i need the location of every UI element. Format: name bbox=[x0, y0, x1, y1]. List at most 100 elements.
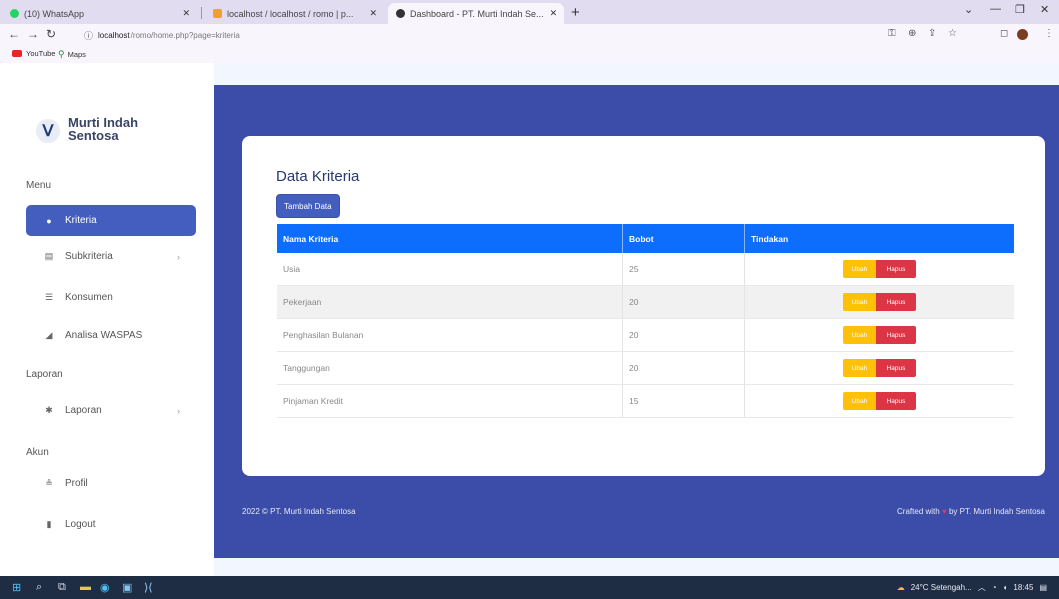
brand-mark-icon: Ⅴ bbox=[36, 119, 60, 143]
sidebar-item-logout[interactable]: ▮ Logout bbox=[26, 509, 196, 540]
cell-nama: Tanggungan bbox=[277, 352, 623, 384]
app-window: (10) WhatsApp ✕ localhost / localhost / … bbox=[0, 0, 1059, 599]
web-page: Ⅴ Murti Indah Sentosa Menu ● Kriteria ▤ … bbox=[0, 63, 1059, 576]
edit-button[interactable]: Ubah bbox=[843, 392, 876, 410]
cell-nama: Pekerjaan bbox=[277, 286, 623, 318]
cell-actions: Ubah Hapus bbox=[745, 253, 1014, 285]
chevron-down-icon[interactable]: ⌄ bbox=[964, 3, 973, 16]
close-window-icon[interactable]: ✕ bbox=[1040, 3, 1049, 16]
edit-button[interactable]: Ubah bbox=[843, 260, 876, 278]
report-icon: ✱ bbox=[45, 405, 53, 415]
cell-bobot: 20 bbox=[623, 286, 745, 318]
globe-icon bbox=[396, 9, 405, 18]
minimize-icon[interactable]: — bbox=[990, 3, 1001, 15]
sidebar-item-kriteria[interactable]: ● Kriteria bbox=[26, 205, 196, 236]
close-tab-icon[interactable]: ✕ bbox=[544, 8, 558, 19]
browser-toolbar: ← → ↻ ⓘ localhost /romo/home.php?page=kr… bbox=[0, 24, 1059, 46]
user-icon: ≗ bbox=[45, 478, 53, 488]
table-row: Penghasilan Bulanan 20 Ubah Hapus bbox=[277, 319, 1014, 352]
delete-button[interactable]: Hapus bbox=[876, 359, 916, 377]
key-icon[interactable]: ⚿ bbox=[888, 28, 896, 39]
menu-section-label: Menu bbox=[26, 180, 52, 191]
bookmark-youtube[interactable]: YouTube bbox=[12, 49, 55, 58]
avatar[interactable] bbox=[1017, 29, 1028, 40]
sidebar-item-analisa-waspas[interactable]: ◢ Analisa WASPAS bbox=[26, 320, 196, 351]
network-icon[interactable]: ◔ bbox=[992, 583, 997, 592]
tab-divider bbox=[201, 7, 202, 19]
delete-button[interactable]: Hapus bbox=[876, 326, 916, 344]
sidebar-item-subkriteria[interactable]: ▤ Subkriteria › bbox=[26, 241, 196, 272]
chevron-right-icon: › bbox=[177, 251, 180, 262]
circle-icon: ● bbox=[46, 215, 52, 226]
windows-start-icon[interactable]: ⊞ bbox=[12, 581, 21, 594]
search-icon[interactable]: ⌕ bbox=[36, 581, 42, 594]
forward-icon[interactable]: → bbox=[27, 27, 39, 41]
tab-search-icon[interactable]: ◻ bbox=[1000, 28, 1008, 39]
bookmarks-bar: YouTube ⚲ Maps bbox=[0, 46, 1059, 63]
sidebar-item-profil[interactable]: ≗ Profil bbox=[26, 468, 196, 499]
delete-button[interactable]: Hapus bbox=[876, 392, 916, 410]
volume-icon[interactable]: ◖ bbox=[1003, 583, 1008, 592]
notification-icon[interactable]: ▤ bbox=[1039, 583, 1047, 592]
close-tab-icon[interactable]: ✕ bbox=[176, 8, 190, 19]
column-header-bobot[interactable]: Bobot bbox=[623, 224, 745, 253]
cell-nama: Pinjaman Kredit bbox=[277, 385, 623, 417]
tray-chevron-icon[interactable]: ︿ bbox=[978, 582, 986, 593]
sidebar-item-konsumen[interactable]: ☰ Konsumen bbox=[26, 282, 196, 313]
edit-button[interactable]: Ubah bbox=[843, 326, 876, 344]
youtube-icon bbox=[12, 50, 22, 57]
clock[interactable]: 18:45 bbox=[1013, 583, 1033, 592]
new-tab-icon[interactable]: + bbox=[571, 4, 580, 21]
footer-credit: Crafted with ♥ by PT. Murti Indah Sentos… bbox=[897, 507, 1045, 516]
reload-icon[interactable]: ↻ bbox=[46, 27, 56, 41]
edit-button[interactable]: Ubah bbox=[843, 359, 876, 377]
bookmark-maps[interactable]: ⚲ Maps bbox=[58, 49, 86, 60]
whatsapp-icon bbox=[10, 9, 19, 18]
close-tab-icon[interactable]: ✕ bbox=[363, 8, 377, 19]
sidebar: Ⅴ Murti Indah Sentosa Menu ● Kriteria ▤ … bbox=[0, 63, 214, 576]
editor-icon[interactable]: ⟩⟨ bbox=[144, 581, 153, 594]
file-explorer-icon[interactable]: ▬ bbox=[80, 581, 91, 593]
browser-tab-whatsapp[interactable]: (10) WhatsApp ✕ bbox=[2, 3, 198, 24]
weather-text[interactable]: 24°C Setengah... bbox=[911, 583, 972, 592]
browser-tab-dashboard[interactable]: Dashboard - PT. Murti Indah Se... ✕ bbox=[388, 3, 564, 24]
column-header-tindakan[interactable]: Tindakan bbox=[745, 224, 1014, 253]
table-row: Pekerjaan 20 Ubah Hapus bbox=[277, 286, 1014, 319]
delete-button[interactable]: Hapus bbox=[876, 293, 916, 311]
browser-tab-phpmyadmin[interactable]: localhost / localhost / romo | p... ✕ bbox=[205, 3, 385, 24]
edit-button[interactable]: Ubah bbox=[843, 293, 876, 311]
maximize-icon[interactable]: ❐ bbox=[1015, 3, 1025, 16]
main-content: Data Kriteria Tambah Data Nama Kriteria … bbox=[214, 63, 1059, 576]
app-icon[interactable]: ▣ bbox=[122, 581, 132, 594]
cell-actions: Ubah Hapus bbox=[745, 352, 1014, 384]
task-view-icon[interactable]: ⧉ bbox=[58, 581, 66, 594]
chrome-icon[interactable]: ◉ bbox=[100, 581, 110, 594]
address-bar[interactable]: ⓘ localhost /romo/home.php?page=kriteria bbox=[84, 27, 874, 43]
star-icon[interactable]: ☆ bbox=[948, 28, 957, 39]
cell-nama: Usia bbox=[277, 253, 623, 285]
table-row: Tanggungan 20 Ubah Hapus bbox=[277, 352, 1014, 385]
cell-actions: Ubah Hapus bbox=[745, 385, 1014, 417]
menu-icon[interactable]: ⋮ bbox=[1044, 28, 1054, 39]
table-row: Usia 25 Ubah Hapus bbox=[277, 253, 1014, 286]
weather-icon: ☁ bbox=[896, 583, 905, 592]
table-header: Nama Kriteria Bobot Tindakan bbox=[277, 224, 1014, 253]
sidebar-item-laporan[interactable]: ✱ Laporan › bbox=[26, 395, 196, 426]
kriteria-card: Data Kriteria Tambah Data Nama Kriteria … bbox=[242, 136, 1045, 476]
cell-bobot: 15 bbox=[623, 385, 745, 417]
kriteria-table: Nama Kriteria Bobot Tindakan Usia 25 Uba… bbox=[277, 224, 1014, 418]
brand-logo[interactable]: Ⅴ Murti Indah Sentosa bbox=[36, 116, 138, 143]
share-icon[interactable]: ⇪ bbox=[928, 28, 936, 39]
table-row: Pinjaman Kredit 15 Ubah Hapus bbox=[277, 385, 1014, 418]
column-header-nama[interactable]: Nama Kriteria bbox=[277, 224, 623, 253]
cell-bobot: 20 bbox=[623, 319, 745, 351]
system-tray: ☁ 24°C Setengah... ︿ ◔ ◖ 18:45 ▤ bbox=[897, 582, 1047, 593]
zoom-icon[interactable]: ⊕ bbox=[908, 28, 916, 39]
os-taskbar: ⊞ ⌕ ⧉ ▬ ◉ ▣ ⟩⟨ ☁ 24°C Setengah... ︿ ◔ ◖ … bbox=[0, 576, 1059, 599]
users-icon: ☰ bbox=[44, 292, 54, 302]
add-data-button[interactable]: Tambah Data bbox=[276, 194, 340, 218]
back-icon[interactable]: ← bbox=[8, 27, 20, 41]
delete-button[interactable]: Hapus bbox=[876, 260, 916, 278]
heart-icon: ♥ bbox=[941, 507, 947, 516]
cell-bobot: 20 bbox=[623, 352, 745, 384]
